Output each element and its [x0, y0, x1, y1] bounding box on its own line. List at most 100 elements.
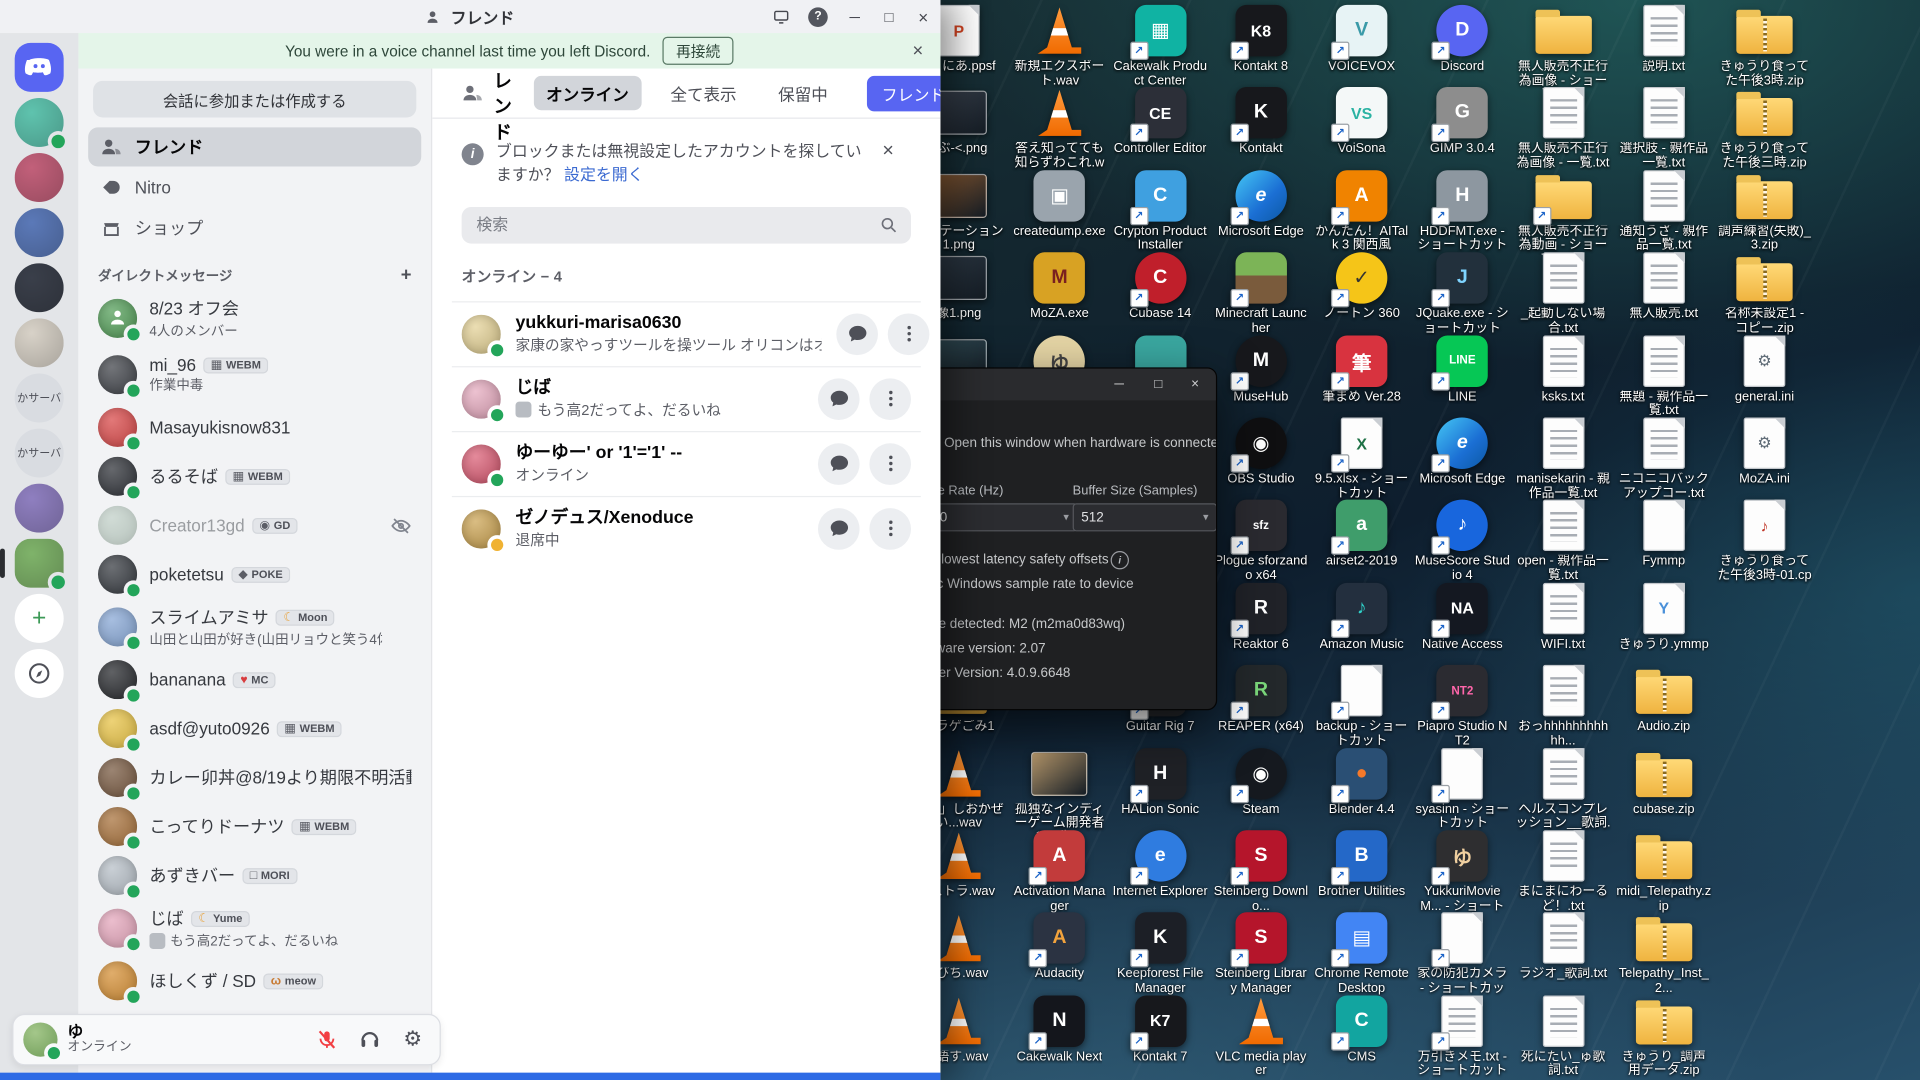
server-icon[interactable]	[15, 98, 64, 147]
desktop-icon[interactable]: A↗Activation Manager	[1012, 830, 1108, 913]
desktop-icon[interactable]: まにまにわーるど！.txt	[1515, 830, 1611, 913]
desktop-icon[interactable]: Fymmp	[1616, 500, 1712, 569]
dm-item[interactable]: poketetsu◆POKE	[88, 550, 421, 599]
desktop-icon[interactable]: ▤↗Chrome Remote Desktop	[1314, 913, 1410, 996]
desktop-icon[interactable]: e↗Microsoft Edge	[1415, 418, 1511, 487]
desktop-icon[interactable]: おっhhhhhhhhhhh...	[1515, 665, 1611, 748]
dm-item[interactable]: ほしくず / SDωmeow	[88, 956, 421, 1005]
desktop-icon[interactable]: ↗Minecraft Launcher	[1213, 252, 1309, 335]
desktop-icon[interactable]: NT2↗Piapro Studio NT2	[1415, 665, 1511, 748]
discord-titlebar[interactable]: フレンド ? ─ □ ×	[0, 0, 940, 33]
help-button[interactable]: ?	[808, 7, 828, 27]
discover-servers-button[interactable]	[15, 649, 64, 698]
dm-item[interactable]: Creator13gd◉GD	[88, 501, 421, 550]
desktop-icon[interactable]: H↗HALion Sonic	[1112, 748, 1208, 817]
desktop-icon[interactable]: J↗JQuake.exe - ショートカット	[1415, 252, 1511, 335]
dm-item[interactable]: カレー卯丼@8/19より期限不明活動...	[88, 753, 421, 802]
desktop-icon[interactable]: ♪↗MuseScore Studio 4	[1415, 500, 1511, 583]
desktop-icon[interactable]: 無題 - 親作品一覧.txt	[1616, 335, 1712, 418]
desktop-icon[interactable]: H↗HDDFMT.exe - ショートカット	[1415, 170, 1511, 253]
desktop-icon[interactable]: 答え知ってても知らずわこれ.wav	[1012, 87, 1108, 171]
desktop-icon[interactable]: 無人販売.txt	[1616, 252, 1712, 321]
desktop-icon[interactable]: 調声練習(失敗)_3.zip	[1717, 170, 1813, 253]
friend-row[interactable]: ゼノデュス/Xenoduce退席中	[452, 496, 921, 561]
desktop-icon[interactable]: A↗かんたん！AITalk 3 関西風	[1314, 170, 1410, 253]
desktop-icon[interactable]: midi_Telepathy.zip	[1616, 830, 1712, 913]
desktop-icon[interactable]: NA↗Native Access	[1415, 583, 1511, 652]
desktop-icon[interactable]: Audio.zip	[1616, 665, 1712, 734]
desktop-icon[interactable]: 孤独なインディーゲーム開発者の一生....	[1012, 748, 1108, 832]
server-icon[interactable]	[15, 318, 64, 367]
desktop-icon[interactable]: ↗万引きメモ.txt - ショートカット	[1415, 995, 1511, 1078]
dm-item[interactable]: Masayukisnow831	[88, 403, 421, 452]
add-server-button[interactable]: +	[15, 594, 64, 643]
desktop-icon[interactable]: LINE↗LINE	[1415, 335, 1511, 404]
desktop-icon[interactable]: きゅうり食ってた午後3時.zip	[1717, 5, 1813, 88]
desktop-icon[interactable]: cubase.zip	[1616, 748, 1712, 817]
desktop-icon[interactable]: X↗9.5.xlsx - ショートカット	[1314, 418, 1410, 501]
popout-monitor-icon[interactable]	[764, 0, 798, 33]
desktop-icon[interactable]: open - 親作品一覧.txt	[1515, 500, 1611, 583]
message-button[interactable]	[818, 443, 860, 485]
tab-保留中[interactable]: 保留中	[766, 76, 840, 110]
desktop-icon[interactable]: WIFI.txt	[1515, 583, 1611, 652]
user-avatar[interactable]	[23, 1022, 57, 1056]
desktop-icon[interactable]: M↗MuseHub	[1213, 335, 1309, 404]
friend-row[interactable]: じばもう高2だってよ、だるいね	[452, 366, 921, 431]
desktop-icon[interactable]: ↗家の防犯カメラ - ショートカット	[1415, 913, 1511, 997]
desktop-icon[interactable]: VLC media player	[1213, 995, 1309, 1078]
desktop-icon[interactable]: C↗CMS	[1314, 995, 1410, 1064]
desktop-icon[interactable]: ラジオ_歌詞.txt	[1515, 913, 1611, 982]
hide-dm-eye-slash-icon[interactable]	[391, 515, 412, 536]
create-dm-button[interactable]: +	[401, 264, 412, 285]
desktop-icon[interactable]: ksks.txt	[1515, 335, 1611, 404]
server-icon[interactable]	[15, 539, 64, 588]
join-or-create-conversation-button[interactable]: 会話に参加または作成する	[93, 81, 416, 118]
desktop-icon[interactable]: VS↗VoiSona	[1314, 87, 1410, 156]
desktop-icon[interactable]: N↗Cakewalk Next	[1012, 995, 1108, 1064]
desktop-icon[interactable]: 無人販売不正行為画像 - ショートカッ...	[1515, 5, 1611, 89]
desktop-icon[interactable]: K8↗Kontakt 8	[1213, 5, 1309, 74]
desktop-icon[interactable]: Yきゅうり.ymmp	[1616, 583, 1712, 652]
desktop-icon[interactable]: 説明.txt	[1616, 5, 1712, 74]
desktop-icon[interactable]: ↗backup - ショートカット	[1314, 665, 1410, 748]
desktop-icon[interactable]: A↗Audacity	[1012, 913, 1108, 982]
friend-row[interactable]: yukkuri-marisa0630家康の家やっすツールを操ツール オリコンはオ…	[452, 301, 921, 366]
sidebar-item-shop[interactable]: ショップ	[88, 208, 421, 247]
desktop-icon[interactable]: 筆↗筆まめ Ver.28	[1314, 335, 1410, 404]
info-icon[interactable]: i	[1111, 551, 1129, 569]
tab-オンライン[interactable]: オンライン	[534, 76, 641, 110]
dialog-minimize-button[interactable]: ─	[1101, 369, 1138, 401]
desktop-icon[interactable]: D↗Discord	[1415, 5, 1511, 74]
desktop-icon[interactable]: a↗airset2-2019	[1314, 500, 1410, 569]
desktop-icon[interactable]: sfz↗Plogue sforzando x64	[1213, 500, 1309, 583]
more-options-button[interactable]	[869, 378, 911, 420]
maximize-button[interactable]: □	[872, 0, 906, 33]
dialog-close-button[interactable]: ×	[1177, 369, 1214, 401]
minimize-button[interactable]: ─	[838, 0, 872, 33]
search-input[interactable]	[462, 216, 911, 234]
message-button[interactable]	[818, 378, 860, 420]
search-box[interactable]	[462, 207, 911, 244]
desktop-icon[interactable]: MMoZA.exe	[1012, 252, 1108, 321]
dm-item[interactable]: asdf@yuto0926▦WEBM	[88, 704, 421, 753]
desktop-icon[interactable]: ▣createdump.exe	[1012, 170, 1108, 239]
server-icon[interactable]	[15, 208, 64, 257]
message-button[interactable]	[818, 508, 860, 550]
server-icon[interactable]	[15, 484, 64, 533]
dm-item[interactable]: あずきバー□MORI	[88, 851, 421, 900]
desktop-icon[interactable]: R↗Reaktor 6	[1213, 583, 1309, 652]
desktop-icon[interactable]: S↗Steinberg Library Manager	[1213, 913, 1309, 996]
desktop-icon[interactable]: S↗Steinberg Downlo...	[1213, 830, 1309, 913]
desktop-icon[interactable]: ◉↗Steam	[1213, 748, 1309, 817]
desktop-icon[interactable]: C↗Cubase 14	[1112, 252, 1208, 321]
desktop-icon[interactable]: 通知うざ - 親作品一覧.txt	[1616, 170, 1712, 253]
dialog-maximize-button[interactable]: □	[1140, 369, 1177, 401]
open-settings-link[interactable]: 設定を開く	[564, 165, 644, 183]
tab-全て表示[interactable]: 全て表示	[658, 76, 749, 110]
microphone-muted-icon[interactable]	[310, 1022, 344, 1056]
desktop-icon[interactable]: Telepathy_Inst_2...	[1616, 913, 1712, 996]
desktop-icon[interactable]: manisekarin - 親作品一覧.txt	[1515, 418, 1611, 501]
dm-item[interactable]: じば☾Yumeもう高2だってよ、だるいね	[88, 900, 421, 956]
dm-item[interactable]: スライムアミサ☾Moon山田と山田が好き(山田リョウと笑う4体の山)	[88, 599, 421, 655]
